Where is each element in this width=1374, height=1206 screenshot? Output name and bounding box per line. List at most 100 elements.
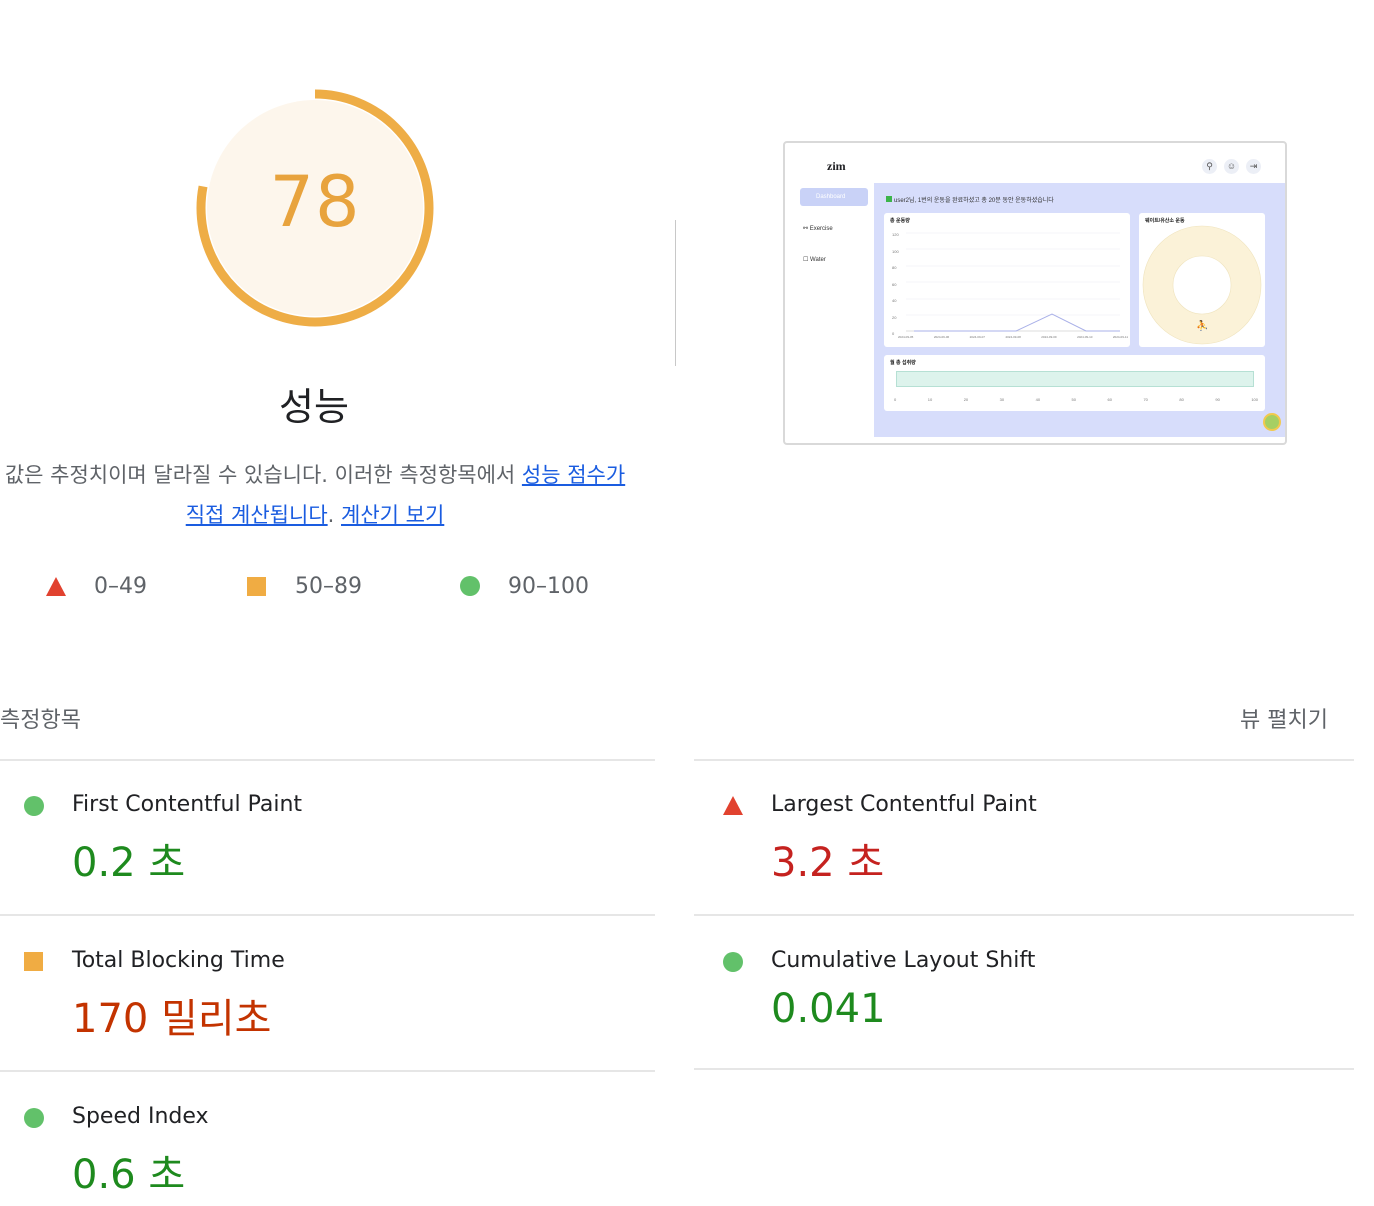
thumb-bar-chart-card: 월 총 섭취량 0 10 20 30 40 50 60 70 80 90 100: [884, 355, 1265, 411]
legend-fail-label: 0–49: [94, 573, 147, 599]
gauge-title: 성능: [279, 385, 349, 429]
thumb-sidebar-exercise-label: Exercise: [809, 226, 833, 232]
fail-triangle-icon: [723, 796, 743, 815]
thumb-xtick: 2024-09-09: [1041, 335, 1057, 339]
thumb-bar-xtick: 90: [1215, 397, 1220, 402]
thumb-bar: [896, 371, 1254, 387]
metric-title: Total Blocking Time: [72, 948, 285, 973]
thumb-bar-chart-xticks: 0 10 20 30 40 50 60 70 80 90 100: [894, 397, 1258, 402]
metric-title: Largest Contentful Paint: [771, 792, 1037, 817]
thumb-bar-xtick: 40: [1035, 397, 1041, 402]
thumb-bar-xtick: 80: [1179, 397, 1184, 402]
thumb-sidebar-water-label: Water: [810, 257, 826, 263]
metric-largest-contentful-paint: Largest Contentful Paint 3.2 초: [723, 786, 1323, 916]
thumb-run-icon: ⚲: [1202, 159, 1217, 174]
thumb-check-icon: [886, 196, 892, 202]
thumb-main-area: user2님, 1번의 운동을 완료하셨고 총 20분 동안 운동하셨습니다 총…: [874, 183, 1285, 437]
pass-circle-icon: [723, 952, 743, 972]
divider: [694, 759, 1354, 761]
pass-circle-icon: [24, 796, 44, 816]
thumb-bar-xtick: 100: [1251, 397, 1258, 402]
thumb-bar-xtick: 60: [1107, 397, 1112, 402]
calculator-link[interactable]: 계산기 보기: [341, 503, 444, 527]
vertical-divider: [675, 220, 676, 366]
legend-pass-label: 90–100: [508, 573, 589, 599]
pass-circle-icon: [24, 1108, 44, 1128]
metric-value: 3.2 초: [771, 840, 885, 886]
pass-circle-icon: [460, 576, 480, 596]
metric-value: 0.2 초: [72, 840, 186, 886]
thumb-xtick: 2024-09-07: [969, 335, 985, 339]
thumb-bar-xtick: 10: [927, 397, 933, 402]
thumb-bar-xtick: 30: [999, 397, 1005, 402]
thumb-line-chart-card: 총 운동량 120 100 80 60 40 20 0 2024-09-05 2…: [884, 213, 1130, 347]
thumb-xtick: 2024-09-11: [1112, 335, 1128, 339]
thumb-user-icon: ☺: [1224, 159, 1239, 174]
pass-circle-icon: [723, 952, 743, 972]
thumb-sidebar-water: ☐ Water: [803, 257, 826, 263]
thumb-message: user2님, 1번의 운동을 완료하셨고 총 20분 동안 운동하셨습니다: [886, 195, 1054, 204]
thumb-ytick: 20: [892, 314, 897, 320]
metric-first-contentful-paint: First Contentful Paint 0.2 초: [24, 786, 624, 916]
metric-speed-index: Speed Index 0.6 초: [24, 1098, 624, 1206]
thumb-xtick: 2024-09-05: [898, 335, 914, 339]
pass-circle-icon: [24, 796, 44, 816]
description-text: 값은 추정치이며 달라질 수 있습니다. 이러한 측정항목에서: [4, 463, 522, 487]
score-description: 값은 추정치이며 달라질 수 있습니다. 이러한 측정항목에서 성능 점수가 직…: [0, 455, 630, 535]
divider: [0, 914, 655, 916]
legend-average: 50–89: [247, 570, 362, 602]
divider: [0, 759, 655, 761]
thumb-xtick: 2024-09-06: [933, 335, 950, 339]
thumb-ytick: 40: [892, 298, 897, 303]
pass-circle-icon: [24, 1108, 44, 1128]
thumb-bar-xtick: 0: [894, 397, 897, 402]
divider: [0, 1070, 655, 1072]
metric-value: 0.041: [771, 986, 886, 1032]
thumb-donut-card: 웨이트/유산소 운동 ⛹: [1139, 213, 1265, 347]
legend-average-label: 50–89: [295, 573, 362, 599]
performance-score: 78: [269, 161, 361, 243]
metrics-heading: 측정항목: [0, 708, 81, 733]
thumb-xtick: 2024-09-10: [1077, 335, 1093, 339]
metric-value: 0.6 초: [72, 1152, 186, 1198]
average-square-icon: [24, 952, 43, 971]
expand-view-toggle[interactable]: 뷰 펼치기: [1240, 702, 1328, 734]
thumb-xtick: 2024-09-08: [1005, 335, 1021, 339]
thumb-line-chart-yticks: 120 100 80 60 40 20 0: [892, 227, 899, 343]
metric-value: 170 밀리초: [72, 996, 272, 1042]
thumb-bar-chart-title: 월 총 섭취량: [890, 360, 916, 366]
thumb-header-icons: ⚲ ☺ ⇥: [1202, 159, 1261, 174]
metric-title: Speed Index: [72, 1104, 209, 1129]
thumb-line-chart: [906, 232, 1120, 332]
divider: [694, 1068, 1354, 1070]
thumb-ytick: 100: [892, 248, 899, 254]
thumb-runner-icon: ⛹: [1196, 321, 1209, 332]
thumb-avatar: [1263, 413, 1281, 431]
thumb-sidebar-exercise: ⚯ Exercise: [803, 226, 833, 232]
metric-total-blocking-time: Total Blocking Time 170 밀리초: [24, 942, 624, 1072]
divider: [694, 914, 1354, 916]
fail-triangle-icon: [46, 576, 66, 596]
thumb-message-text: user2님, 1번의 운동을 완료하셨고 총 20분 동안 운동하셨습니다: [894, 198, 1054, 204]
thumb-ytick: 60: [892, 281, 897, 287]
description-separator: .: [327, 503, 341, 527]
average-square-icon: [24, 952, 43, 971]
thumb-bar-xtick: 20: [963, 397, 969, 402]
metric-title: Cumulative Layout Shift: [771, 948, 1036, 973]
performance-gauge: 78: [193, 86, 437, 330]
fail-triangle-icon: [723, 796, 743, 815]
thumb-bar-xtick: 50: [1071, 397, 1076, 402]
thumb-bar-xtick: 70: [1143, 397, 1148, 402]
legend-pass: 90–100: [460, 570, 589, 602]
average-square-icon: [247, 576, 266, 596]
thumb-logout-icon: ⇥: [1246, 159, 1261, 174]
metric-cumulative-layout-shift: Cumulative Layout Shift 0.041: [723, 942, 1323, 1072]
thumb-sidebar-dashboard: Dashboard: [800, 188, 868, 206]
thumb-ytick: 120: [892, 232, 899, 237]
thumb-logo: zim: [827, 159, 846, 173]
legend-fail: 0–49: [46, 570, 147, 602]
page-screenshot-thumbnail[interactable]: zim ⚲ ☺ ⇥ Dashboard ⚯ Exercise ☐ Water u…: [783, 141, 1287, 445]
thumb-ytick: 80: [892, 265, 897, 270]
metric-title: First Contentful Paint: [72, 792, 303, 817]
thumb-line-chart-xticks: 2024-09-05 2024-09-06 2024-09-07 2024-09…: [898, 335, 1128, 339]
